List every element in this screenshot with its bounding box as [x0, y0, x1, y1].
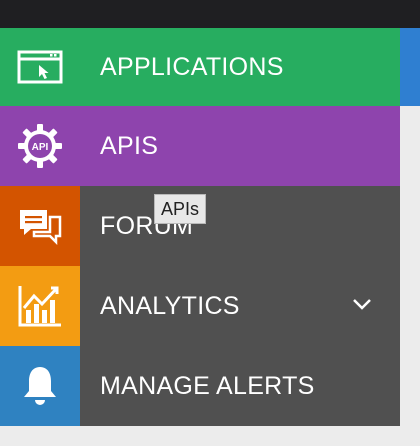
bell-icon	[0, 346, 80, 426]
top-bar	[0, 0, 420, 28]
sidebar-item-applications[interactable]: APPLICATIONS	[0, 28, 400, 106]
sidebar-item-analytics[interactable]: ANALYTICS	[0, 266, 400, 346]
sidebar-item-label: APIS	[100, 131, 159, 160]
sidebar-item-apis[interactable]: API APIS	[0, 106, 400, 186]
sidebar-item-label: ANALYTICS	[100, 291, 240, 320]
content-accent-strip	[400, 28, 420, 106]
sidebar-menu: APPLICATIONS API APIS FORUM ANALYTICS MA…	[0, 28, 400, 428]
tooltip: APIs	[154, 194, 207, 224]
sidebar-item-manage-alerts[interactable]: MANAGE ALERTS	[0, 346, 400, 426]
sidebar-item-label: APPLICATIONS	[100, 52, 284, 81]
content-background	[400, 106, 420, 428]
application-window-icon	[0, 28, 80, 106]
api-badge-text: API	[32, 142, 49, 153]
sidebar-item-label: MANAGE ALERTS	[100, 371, 315, 400]
chat-bubbles-icon	[0, 186, 80, 266]
bottom-background	[0, 428, 420, 446]
chevron-down-icon[interactable]	[352, 297, 372, 315]
api-gear-icon: API	[0, 106, 80, 186]
bar-chart-icon	[0, 266, 80, 346]
